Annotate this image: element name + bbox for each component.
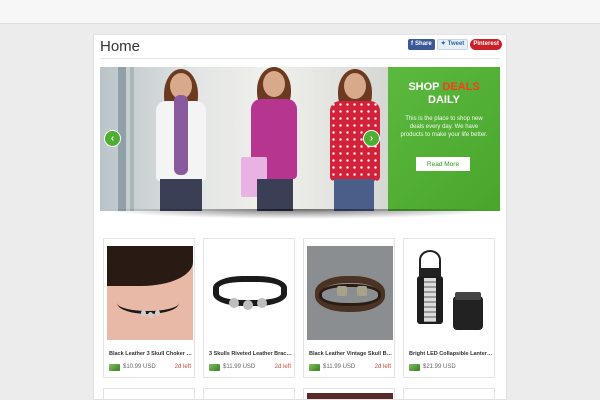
slider-prev-arrow-icon[interactable]: ‹ <box>104 130 121 147</box>
slider-next-arrow-icon[interactable]: › <box>363 130 380 147</box>
product-name[interactable]: Black Leather 3 Skull Choker N... <box>109 351 193 357</box>
product-name[interactable]: 3 Skulls Riveted Leather Bracelet <box>209 351 293 357</box>
product-card[interactable]: Black Leather Vintage Skull Bra... $11.9… <box>303 238 395 378</box>
product-card[interactable]: Black Leather 3 Skull Choker N... $10.99… <box>103 238 195 378</box>
pinterest-pin-label: Pinterest <box>473 41 499 47</box>
facebook-icon: f <box>411 41 414 47</box>
product-price-row: $11.99 USD 2d left <box>209 363 293 372</box>
product-card-partial[interactable] <box>103 388 195 399</box>
product-card-partial[interactable] <box>203 388 295 399</box>
product-price-row: $10.99 USD 2d left <box>109 363 193 372</box>
hero-banner: SHOP DEALS DAILY This is the place to sh… <box>100 67 500 211</box>
shopper-figure-2 <box>235 67 315 211</box>
price-tag-icon <box>309 364 320 371</box>
product-time-left: 2d left <box>374 364 391 370</box>
product-card[interactable]: Bright LED Collapsible Lantern-... $21.9… <box>403 238 495 378</box>
product-image-choker[interactable] <box>107 246 193 340</box>
promo-headline-highlight: DEALS <box>442 81 480 93</box>
promo-description: This is the place to shop new deals ever… <box>400 116 488 138</box>
product-grid: Black Leather 3 Skull Choker N... $10.99… <box>103 238 497 399</box>
promo-headline-part2: DAILY <box>428 94 460 106</box>
product-price: $21.99 USD <box>423 364 456 370</box>
price-tag-icon <box>109 364 120 371</box>
twitter-tweet-button[interactable]: ✦ Tweet <box>436 39 469 50</box>
twitter-icon: ✦ <box>440 41 446 47</box>
product-image-vintage-bracelet[interactable] <box>307 246 393 340</box>
promo-headline-part1: SHOP <box>408 81 443 93</box>
page-title: Home <box>100 38 141 55</box>
price-tag-icon <box>209 364 220 371</box>
product-price: $10.99 USD <box>123 364 156 370</box>
price-tag-icon <box>409 364 420 371</box>
header-divider <box>100 58 500 59</box>
share-buttons: f Share ✦ Tweet Pinterest <box>408 39 502 50</box>
twitter-tweet-label: Tweet <box>447 41 465 47</box>
banner-photo <box>100 67 388 211</box>
product-price: $11.99 USD <box>323 364 356 370</box>
product-price: $11.99 USD <box>223 364 256 370</box>
product-card-partial[interactable] <box>403 388 495 399</box>
product-card[interactable]: 3 Skulls Riveted Leather Bracelet $11.99… <box>203 238 295 378</box>
page-header: Home f Share ✦ Tweet Pinterest <box>100 38 502 58</box>
read-more-button[interactable]: Read More <box>416 157 470 171</box>
facebook-share-button[interactable]: f Share <box>408 39 435 50</box>
product-time-left: 2d left <box>274 364 291 370</box>
browser-top-bar <box>0 0 600 24</box>
promo-headline: SHOP DEALS DAILY <box>388 81 500 107</box>
facebook-share-label: Share <box>415 41 432 47</box>
product-image-lantern[interactable] <box>407 246 493 340</box>
product-time-left: 2d left <box>174 364 191 370</box>
product-price-row: $11.99 USD 2d left <box>309 363 393 372</box>
page-container: Home f Share ✦ Tweet Pinterest SHOP DEAL… <box>93 34 507 400</box>
product-name[interactable]: Black Leather Vintage Skull Bra... <box>309 351 393 357</box>
shopper-figure-1 <box>140 67 220 211</box>
product-card-partial[interactable] <box>303 388 395 399</box>
product-price-row: $21.99 USD <box>409 363 493 372</box>
product-name[interactable]: Bright LED Collapsible Lantern-... <box>409 351 493 357</box>
shopper-figure-3 <box>322 67 392 211</box>
product-image-skull-bracelet[interactable] <box>207 246 293 340</box>
banner-shadow <box>100 209 500 219</box>
pinterest-pin-button[interactable]: Pinterest <box>470 39 502 50</box>
promo-panel: SHOP DEALS DAILY This is the place to sh… <box>388 67 500 211</box>
